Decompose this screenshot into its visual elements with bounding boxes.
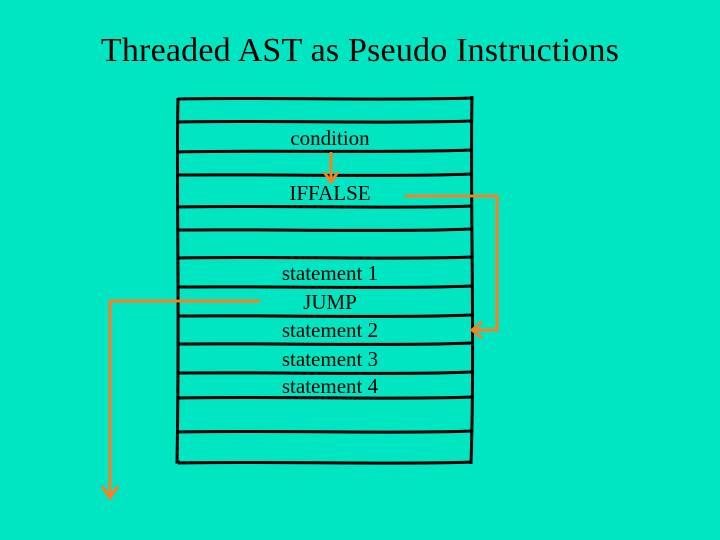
row-stmt1: statement 1 bbox=[250, 263, 410, 284]
row-stmt4: statement 4 bbox=[250, 376, 410, 397]
row-jump: JUMP bbox=[250, 292, 410, 313]
arrow-jump-to-end bbox=[102, 301, 260, 498]
row-condition: condition bbox=[250, 128, 410, 149]
arrow-condition-to-iffalse bbox=[324, 152, 338, 182]
row-stmt3: statement 3 bbox=[250, 349, 410, 370]
row-iffalse: IFFALSE bbox=[250, 183, 410, 204]
row-stmt2: statement 2 bbox=[250, 320, 410, 341]
